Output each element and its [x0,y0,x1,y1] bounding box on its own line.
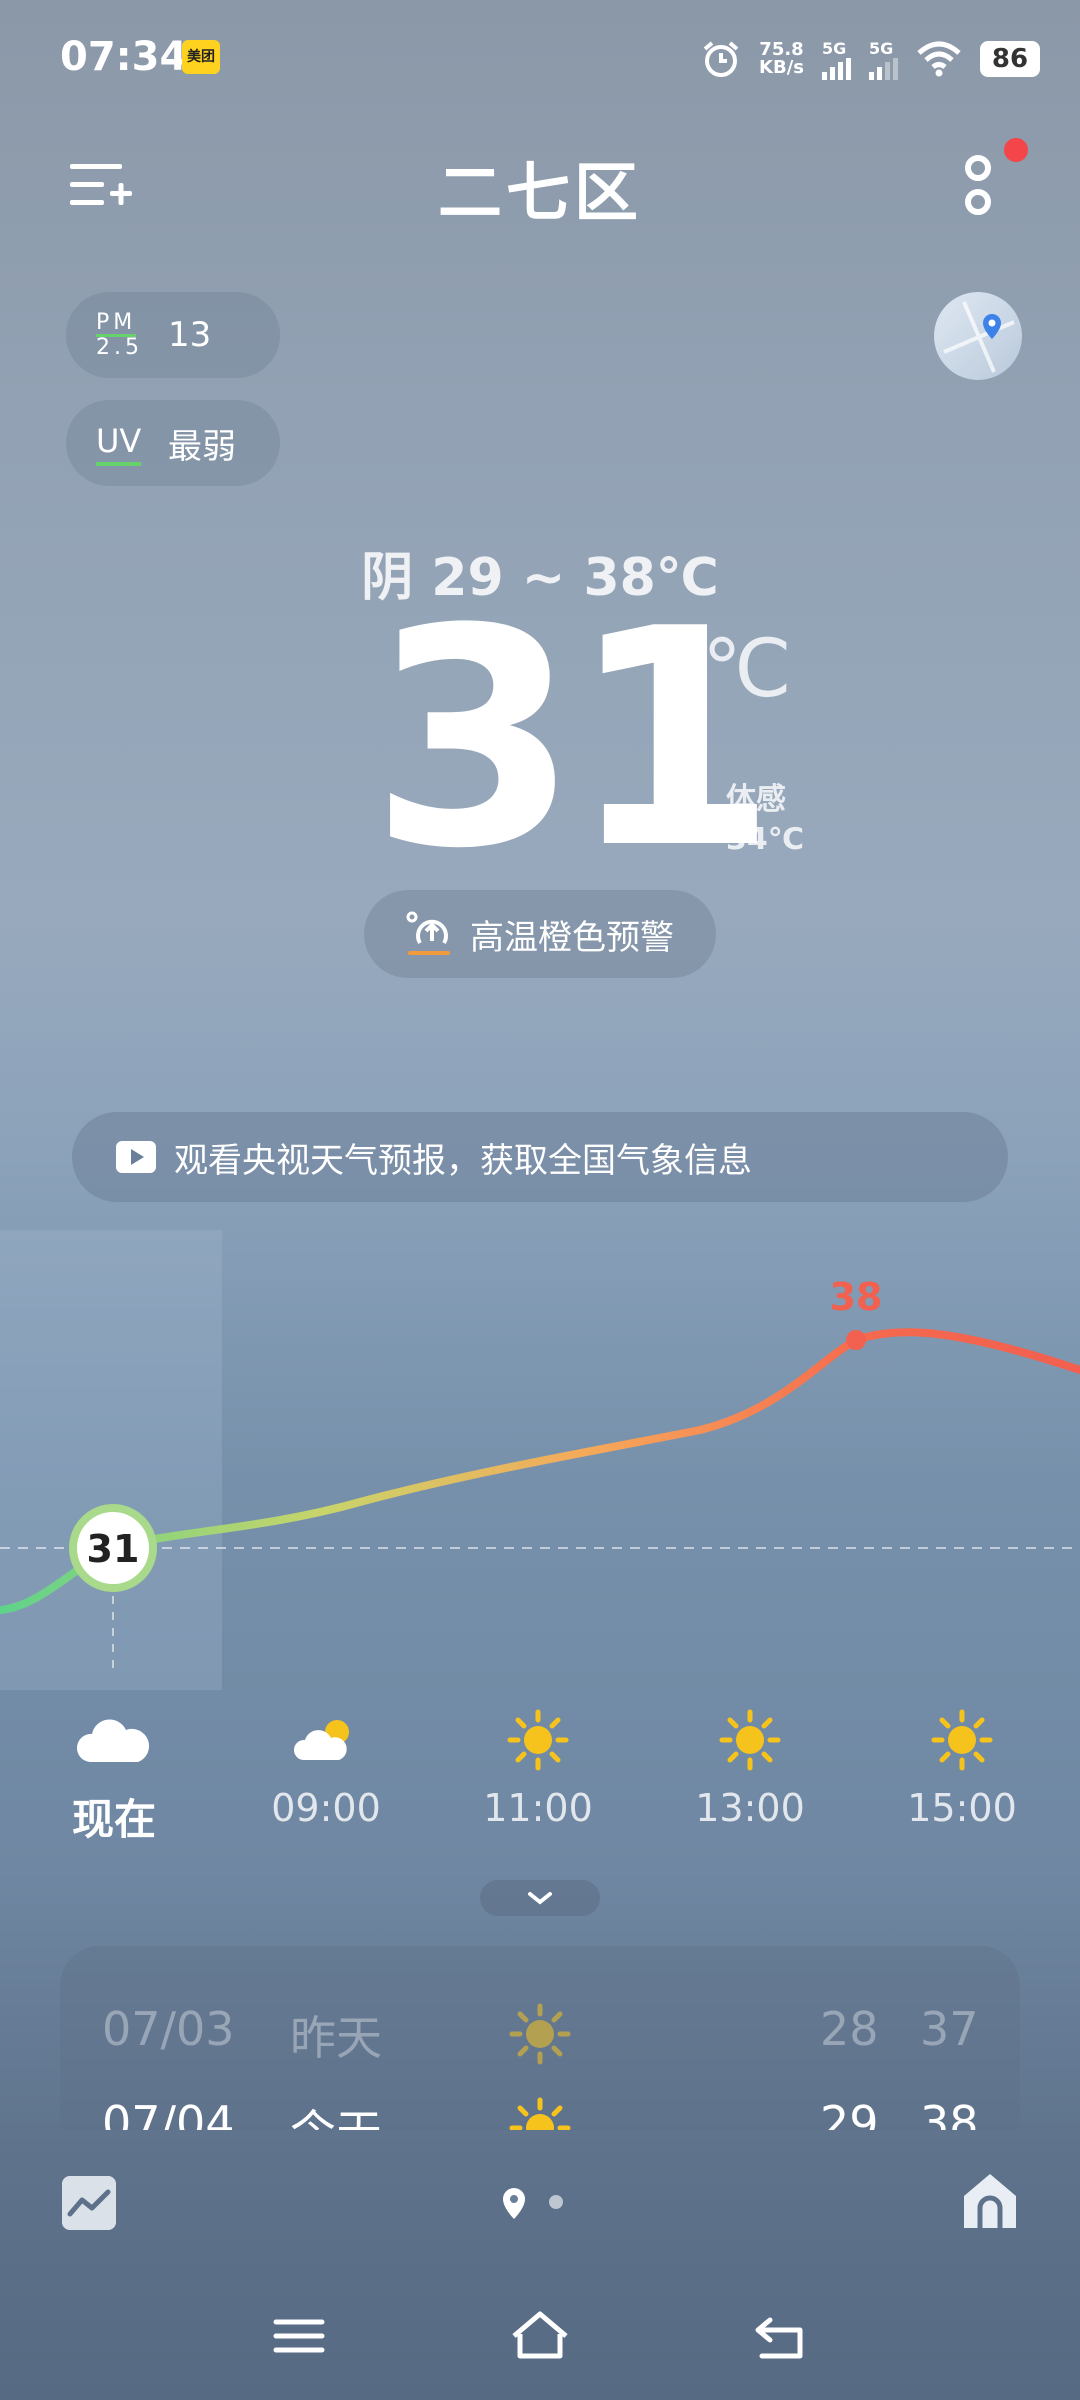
expand-handle[interactable] [480,1880,600,1916]
uv-chip[interactable]: UV 最弱 [66,400,280,486]
sun-icon [509,2003,571,2065]
notification-dot [1004,138,1028,162]
system-navigation-bar [273,2311,803,2359]
cctv-forecast-text: 观看央视天气预报，获取全国气象信息 [174,1140,752,1181]
location-pin-icon [503,2188,525,2219]
signal-sim1-icon: 5G [822,39,851,80]
meituan-app-badge: 美团 [182,40,220,74]
hour-item-1500[interactable]: 15:00 [882,1700,1042,1830]
heat-warning-button[interactable]: 高温橙色预警 [364,890,716,978]
sun-icon [507,1709,569,1771]
uv-value: 最弱 [168,426,236,467]
sun-icon [931,1709,993,1771]
status-icons: 75.8 KB/s 5G 5G 86 [701,34,1040,84]
home-nav-icon[interactable] [512,2311,568,2359]
page-dot [549,2195,563,2209]
city-title[interactable]: 二七区 [0,142,1080,234]
heat-warning-label: 高温橙色预警 [470,917,674,958]
feels-like: 体感 34℃ [726,782,805,857]
signal-sim2-icon: 5G [869,39,898,80]
hour-item-1300[interactable]: 13:00 [670,1700,830,1830]
wifi-icon [917,41,961,77]
heat-warning-icon [406,911,450,955]
daily-row-yesterday[interactable]: 07/03 昨天 28 37 [60,2002,1020,2082]
more-options-icon[interactable] [958,150,998,220]
partly-cloudy-icon [293,1720,349,1760]
hour-item-0900[interactable]: 09:00 [246,1700,406,1830]
alarm-icon [703,41,739,77]
past-hours-shade [0,1230,222,1690]
map-pin-icon[interactable] [934,292,1022,380]
hour-item-now[interactable]: 现在 [34,1700,194,1847]
back-nav-icon[interactable] [755,2317,803,2359]
chevron-down-icon [528,1892,552,1905]
temperature-unit: ℃ [702,622,792,715]
smart-home-icon[interactable] [960,2170,1020,2232]
recent-apps-icon[interactable] [273,2319,325,2353]
daily-forecast-card[interactable]: 07/03 昨天 28 37 07/04 今天 29 38 [60,1946,1020,2130]
sun-icon [719,1709,781,1771]
cctv-forecast-banner[interactable]: 观看央视天气预报，获取全国气象信息 [72,1112,1008,1202]
status-time: 07:34 [60,34,188,80]
uv-label: UV [96,421,162,466]
battery-indicator: 86 [980,41,1040,77]
now-temp-label: 31 [87,1527,140,1571]
sun-icon [509,2097,571,2130]
pm25-chip[interactable]: PM 2.5 13 [66,292,280,378]
pm25-label: PM 2.5 [96,309,143,360]
max-temp-point [846,1330,866,1350]
page-indicator[interactable] [500,2184,580,2224]
daily-row-today[interactable]: 07/04 今天 29 38 [60,2096,1020,2130]
pm25-value: 13 [168,315,212,355]
hourly-forecast-row[interactable]: 现在 09:00 11:00 13:00 15:00 [0,1700,1080,1844]
trend-chart-icon[interactable] [62,2176,116,2230]
hourly-temperature-chart: 38 31 [0,1230,1080,1690]
hour-item-1100[interactable]: 11:00 [458,1700,618,1830]
network-speed: 75.8 KB/s [759,39,804,78]
cloudy-icon [76,1719,150,1762]
max-temp-label: 38 [830,1275,883,1319]
video-play-icon [116,1141,156,1173]
